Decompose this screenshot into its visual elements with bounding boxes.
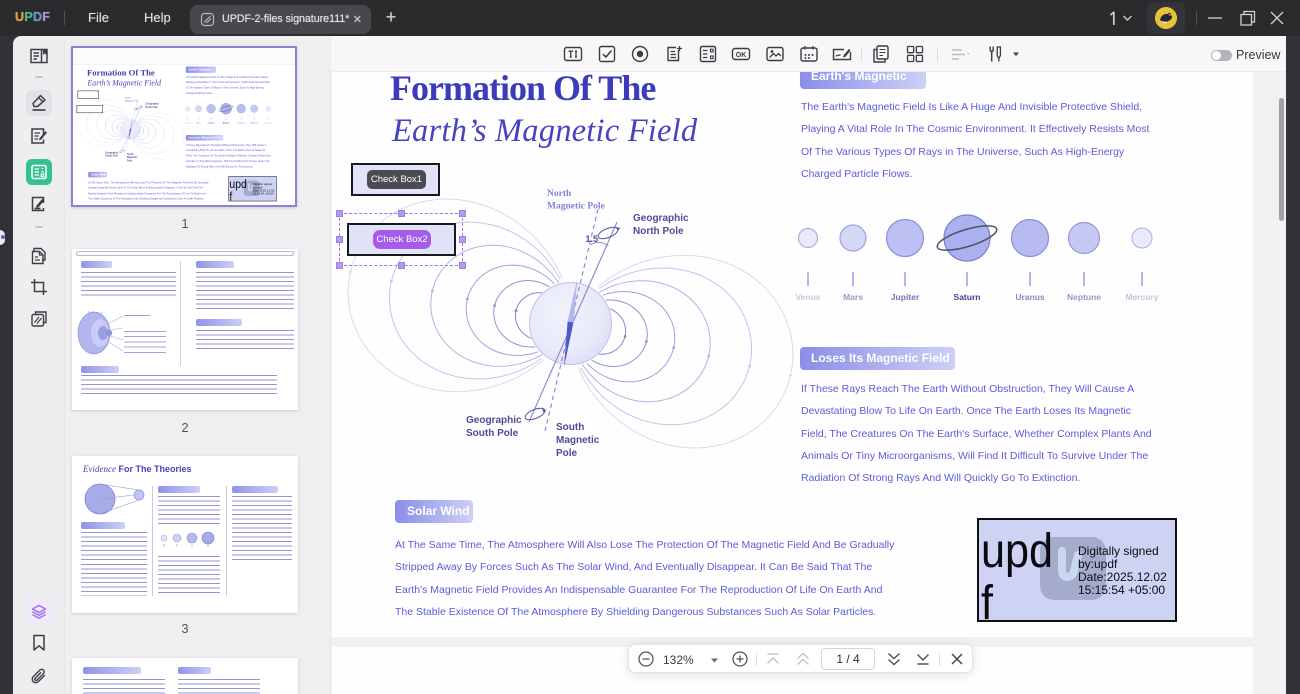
- svg-text:North: North: [547, 189, 572, 199]
- svg-text:North: North: [125, 98, 132, 100]
- svg-text:OK: OK: [736, 52, 747, 59]
- svg-text:Geographic: Geographic: [105, 151, 119, 154]
- svg-text:Pole: Pole: [556, 448, 578, 459]
- svg-text:North Pole: North Pole: [633, 226, 684, 237]
- svg-text:South: South: [127, 153, 134, 156]
- svg-text:South Pole: South Pole: [105, 154, 118, 157]
- svg-text:South Pole: South Pole: [466, 428, 519, 439]
- svg-text:North Pole: North Pole: [146, 106, 159, 109]
- svg-text:Magnetic Pole: Magnetic Pole: [125, 100, 139, 103]
- svg-text:Magnetic: Magnetic: [127, 156, 138, 159]
- svg-text:Magnetic: Magnetic: [556, 435, 600, 446]
- svg-text:Geographic: Geographic: [633, 213, 689, 224]
- svg-text:Geographic: Geographic: [146, 103, 160, 106]
- svg-text:Geographic: Geographic: [466, 415, 522, 426]
- svg-text:South: South: [556, 422, 584, 433]
- svg-text:1.5: 1.5: [585, 234, 598, 244]
- svg-text:Pole: Pole: [127, 159, 133, 162]
- svg-text:Magnetic Pole: Magnetic Pole: [547, 202, 605, 212]
